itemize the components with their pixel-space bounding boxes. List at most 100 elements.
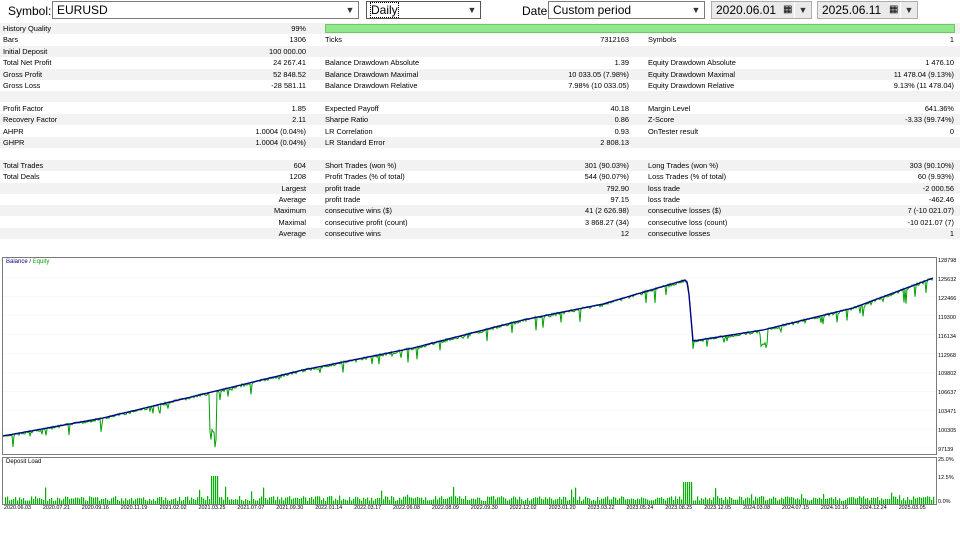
deposit-load-bar bbox=[433, 499, 435, 504]
chevron-down-icon[interactable]: ▼ bbox=[900, 2, 917, 18]
x-tick-label: 2021.07.07 bbox=[237, 505, 265, 511]
x-tick-label: 2020.06.03 bbox=[4, 505, 31, 511]
deposit-load-bar bbox=[423, 499, 425, 504]
deposit-load-bar bbox=[351, 500, 353, 504]
deposit-load-bar bbox=[475, 499, 477, 504]
deposit-load-bar bbox=[737, 499, 739, 504]
deposit-load-bar bbox=[909, 499, 911, 504]
stat-v2: 792.90 bbox=[606, 183, 629, 193]
deposit-load-bar bbox=[189, 500, 191, 504]
deposit-load-bar bbox=[547, 498, 549, 504]
chevron-down-icon[interactable]: ▼ bbox=[687, 2, 704, 18]
y-tick-label: 109802 bbox=[938, 371, 957, 378]
deposit-load-bar bbox=[581, 500, 583, 504]
deposit-load-bar bbox=[51, 497, 53, 504]
deposit-load-bar bbox=[415, 497, 417, 504]
deposit-load-bar bbox=[595, 500, 597, 504]
deposit-load-bar bbox=[505, 498, 507, 504]
deposit-load-bar bbox=[407, 494, 409, 504]
period-select[interactable]: Daily ▼ bbox=[366, 1, 481, 19]
deposit-load-bar bbox=[831, 497, 833, 504]
deposit-load-bar bbox=[99, 500, 101, 504]
stat-v3: 1 476.10 bbox=[925, 58, 954, 68]
deposit-load-bar bbox=[727, 499, 729, 504]
deposit-load-bar bbox=[127, 500, 129, 504]
deposit-load-bar bbox=[913, 496, 915, 504]
deposit-load-bar bbox=[785, 496, 787, 504]
stat-v3: 0 bbox=[949, 126, 954, 136]
date-mode-select[interactable]: Custom period ▼ bbox=[548, 1, 705, 19]
deposit-load-bar bbox=[549, 497, 551, 504]
deposit-load-bar bbox=[835, 497, 837, 504]
y-tick-label: 119300 bbox=[938, 314, 956, 321]
x-tick-label: 2022.06.08 bbox=[393, 505, 420, 511]
deposit-load-bar bbox=[801, 494, 803, 504]
deposit-load-bar bbox=[889, 498, 891, 504]
deposit-load-bar bbox=[93, 497, 95, 504]
deposit-load-bar bbox=[635, 499, 637, 504]
deposit-load-bar bbox=[817, 498, 819, 504]
deposit-load-bar bbox=[465, 496, 467, 504]
deposit-load-bar bbox=[319, 496, 321, 504]
deposit-load-bar bbox=[681, 499, 683, 504]
deposit-load-bar bbox=[665, 500, 667, 504]
deposit-load-bar bbox=[609, 499, 611, 504]
deposit-load-bar bbox=[657, 497, 659, 504]
deposit-load-bar bbox=[641, 497, 643, 504]
deposit-load-bar bbox=[59, 498, 61, 504]
deposit-load-bar bbox=[123, 500, 125, 504]
stat-l1: Gross Loss bbox=[3, 81, 41, 90]
deposit-load-bar bbox=[675, 496, 677, 504]
date-to-picker[interactable]: 2025.06.11 ▦ ▼ bbox=[817, 1, 918, 19]
deposit-load-bar bbox=[589, 498, 591, 504]
deposit-load-bar bbox=[295, 497, 297, 504]
deposit-load-bar bbox=[489, 497, 491, 504]
y-tick-label: 128798 bbox=[938, 258, 957, 264]
deposit-load-bar bbox=[15, 497, 17, 504]
deposit-load-bar bbox=[105, 498, 107, 504]
deposit-load-bar bbox=[543, 499, 545, 504]
deposit-load-bar bbox=[409, 497, 411, 504]
chevron-down-icon[interactable]: ▼ bbox=[463, 2, 480, 18]
deposit-load-bar bbox=[315, 496, 317, 504]
deposit-load-bar bbox=[91, 497, 93, 504]
chevron-down-icon[interactable]: ▼ bbox=[341, 2, 358, 18]
deposit-load-bar bbox=[515, 497, 517, 504]
deposit-load-bar bbox=[511, 498, 513, 504]
deposit-load-bar bbox=[371, 497, 373, 504]
deposit-load-bar bbox=[311, 497, 313, 504]
y-tick-label: 103471 bbox=[938, 409, 957, 416]
deposit-load-bar bbox=[843, 500, 845, 504]
chevron-down-icon[interactable]: ▼ bbox=[794, 2, 811, 18]
stat-l3: Long Trades (won %) bbox=[648, 160, 719, 170]
deposit-load-bar bbox=[637, 498, 639, 504]
deposit-load-bar bbox=[531, 499, 533, 504]
date-from-picker[interactable]: 2020.06.01 ▦ ▼ bbox=[711, 1, 812, 19]
deposit-load-bar bbox=[285, 497, 287, 504]
deposit-load-bar bbox=[447, 498, 449, 504]
deposit-load-bar bbox=[451, 496, 453, 504]
stat-v3: 1 bbox=[949, 35, 954, 45]
deposit-load-bar bbox=[607, 496, 609, 504]
stat-v1: -28 581.11 bbox=[271, 81, 306, 90]
deposit-load-bar bbox=[521, 499, 523, 504]
stat-v3: 641.36% bbox=[924, 103, 954, 113]
deposit-load-bar bbox=[925, 497, 927, 504]
date-to-value: 2025.06.11 bbox=[822, 3, 882, 17]
date-label: Date: bbox=[522, 4, 551, 18]
deposit-load-bar bbox=[239, 496, 241, 504]
deposit-load-bar bbox=[707, 499, 709, 504]
deposit-load-bar bbox=[597, 496, 599, 504]
stat-v2: 40.18 bbox=[610, 103, 630, 113]
deposit-load-bar bbox=[217, 476, 219, 504]
deposit-load-bar bbox=[503, 497, 505, 504]
deposit-load-bar bbox=[775, 497, 777, 504]
stat-v1: 604 bbox=[293, 160, 306, 170]
stat-l1: Initial Deposit bbox=[3, 46, 48, 56]
history-quality-bar bbox=[325, 24, 955, 33]
deposit-load-bar bbox=[765, 500, 767, 504]
stat-v2: 0.93 bbox=[614, 126, 629, 136]
deposit-load-bar bbox=[555, 499, 557, 504]
symbol-select[interactable]: EURUSD ▼ bbox=[52, 1, 359, 19]
deposit-load-bar bbox=[267, 499, 269, 504]
